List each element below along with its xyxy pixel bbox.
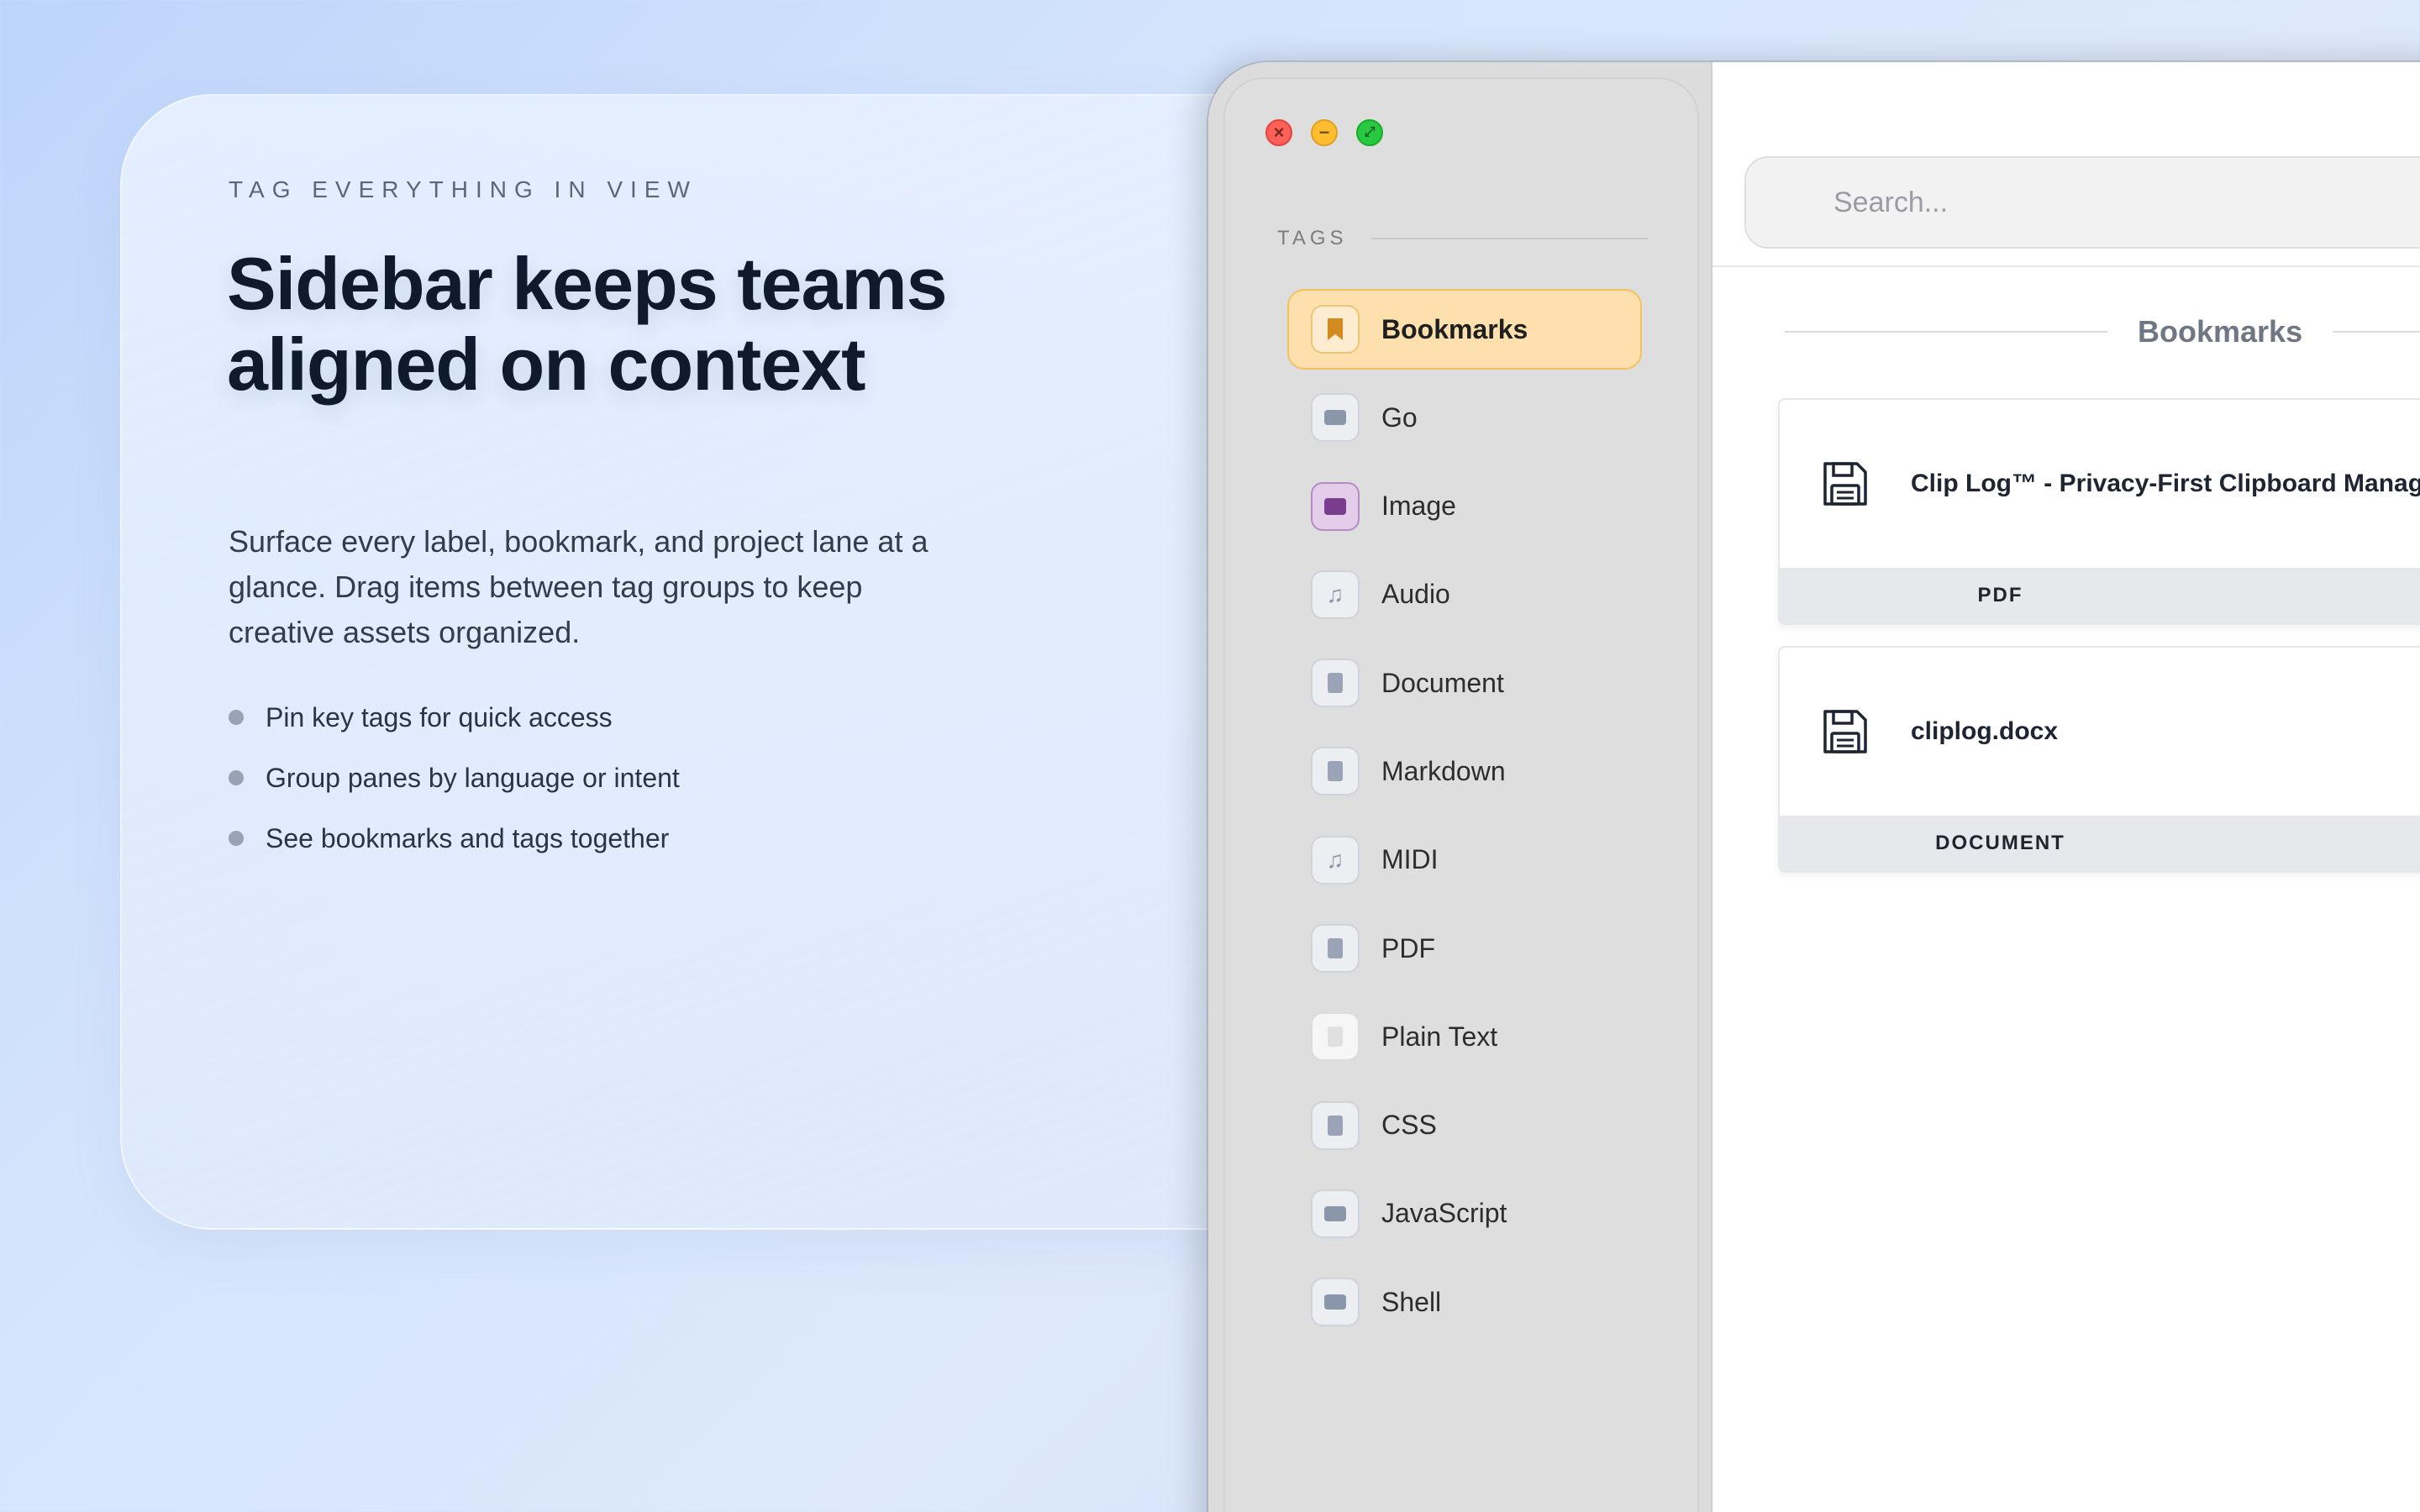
card-body: Clip Log™ - Privacy-First Clipboard Mana… [1780,400,2420,568]
divider [1712,265,2420,267]
card-title: cliplog.docx [1911,717,2059,745]
divider [1370,238,1649,239]
sidebar-item-label: MIDI [1381,844,1439,875]
description: Surface every label, bookmark, and proje… [229,524,929,649]
sidebar-item-go[interactable]: Go [1287,377,1642,458]
feature-item: See bookmarks and tags together [229,808,680,869]
sidebar-item-label: Image [1381,491,1456,522]
sidebar-item-label: CSS [1381,1110,1437,1141]
feature-item: Group panes by language or intent [229,748,680,808]
bullet-dot-icon [229,770,244,785]
sidebar-item-css[interactable]: CSS [1287,1085,1642,1166]
code-file-icon [1311,1100,1360,1150]
document-icon [1311,659,1360,708]
card-footer: PDF [1780,568,2420,623]
terminal-icon [1311,1278,1360,1327]
bullet-dot-icon [229,710,244,725]
floppy-disk-icon [1823,462,1867,506]
sidebar-item-label: Markdown [1381,755,1506,786]
feature-text: Pin key tags for quick access [266,701,613,732]
tags-section-header: TAGS [1277,227,1649,250]
feature-text: Group panes by language or intent [266,762,680,793]
section-title: Bookmarks [2138,314,2303,349]
bookmark-card[interactable]: Clip Log™ - Privacy-First Clipboard Mana… [1778,398,2420,625]
app-window: × − ⤢ TAGS Bookmarks Go Image ♫ Audio Do… [1208,62,2420,1512]
eyebrow-text: TAG EVERYTHING IN VIEW [229,176,697,202]
sidebar-item-label: JavaScript [1381,1198,1507,1229]
terminal-icon [1311,393,1360,443]
music-note-icon: ♫ [1311,835,1360,885]
sidebar-item-bookmarks[interactable]: Bookmarks [1287,289,1642,370]
document-icon [1311,1012,1360,1062]
search-field[interactable] [1744,156,2420,249]
feature-list: Pin key tags for quick access Group pane… [229,687,680,869]
sidebar-item-label: Go [1381,402,1418,433]
divider [2333,331,2420,333]
floppy-disk-icon [1823,710,1867,753]
feature-item: Pin key tags for quick access [229,687,680,748]
card-footer: DOCUMENT [1780,816,2420,871]
sidebar-item-label: PDF [1381,932,1435,963]
file-type-label: DOCUMENT [1935,832,2065,854]
card-title: Clip Log™ - Privacy-First Clipboard Mana… [1911,470,2420,497]
sidebar-item-markdown[interactable]: Markdown [1287,731,1642,811]
minimize-window-button[interactable]: − [1311,119,1338,146]
window-controls: × − ⤢ [1265,119,1383,146]
sidebar-item-label: Bookmarks [1381,313,1528,344]
search-input[interactable] [1833,186,2420,219]
sidebar-item-label: Document [1381,667,1504,698]
tags-section-label: TAGS [1277,227,1348,249]
sidebar-item-image[interactable]: Image [1287,466,1642,547]
section-heading: Bookmarks [1785,314,2420,349]
music-note-icon: ♫ [1311,570,1360,619]
terminal-icon [1311,1189,1360,1238]
sidebar-item-shell[interactable]: Shell [1287,1262,1642,1342]
close-icon: × [1273,122,1285,143]
sidebar-item-label: Plain Text [1381,1021,1498,1052]
divider [1785,331,2107,333]
bookmark-icon [1311,305,1360,354]
tag-list: Bookmarks Go Image ♫ Audio Document Mark… [1287,289,1642,1351]
minimize-icon: − [1318,122,1330,143]
image-icon [1311,481,1360,531]
zoom-window-button[interactable]: ⤢ [1356,119,1383,146]
sidebar-item-audio[interactable]: ♫ Audio [1287,554,1642,635]
sidebar-item-midi[interactable]: ♫ MIDI [1287,820,1642,900]
sidebar-item-pdf[interactable]: PDF [1287,908,1642,989]
sidebar-item-label: Audio [1381,579,1450,610]
document-icon [1311,924,1360,974]
sidebar-item-label: Shell [1381,1286,1442,1317]
card-body: cliplog.docx [1780,648,2420,816]
sidebar-item-javascript[interactable]: JavaScript [1287,1173,1642,1254]
bullet-dot-icon [229,831,244,846]
sidebar-item-document[interactable]: Document [1287,643,1642,723]
file-type-label: PDF [1977,584,2023,606]
fullscreen-icon: ⤢ [1364,125,1376,139]
sidebar-item-plain-text[interactable]: Plain Text [1287,996,1642,1077]
headline: Sidebar keeps teams aligned on context [227,242,948,406]
sidebar: × − ⤢ TAGS Bookmarks Go Image ♫ Audio Do… [1208,62,1712,1512]
close-window-button[interactable]: × [1265,119,1292,146]
feature-text: See bookmarks and tags together [266,822,670,853]
document-icon [1311,747,1360,796]
bookmark-card[interactable]: cliplog.docx DOCUMENT [1778,646,2420,873]
